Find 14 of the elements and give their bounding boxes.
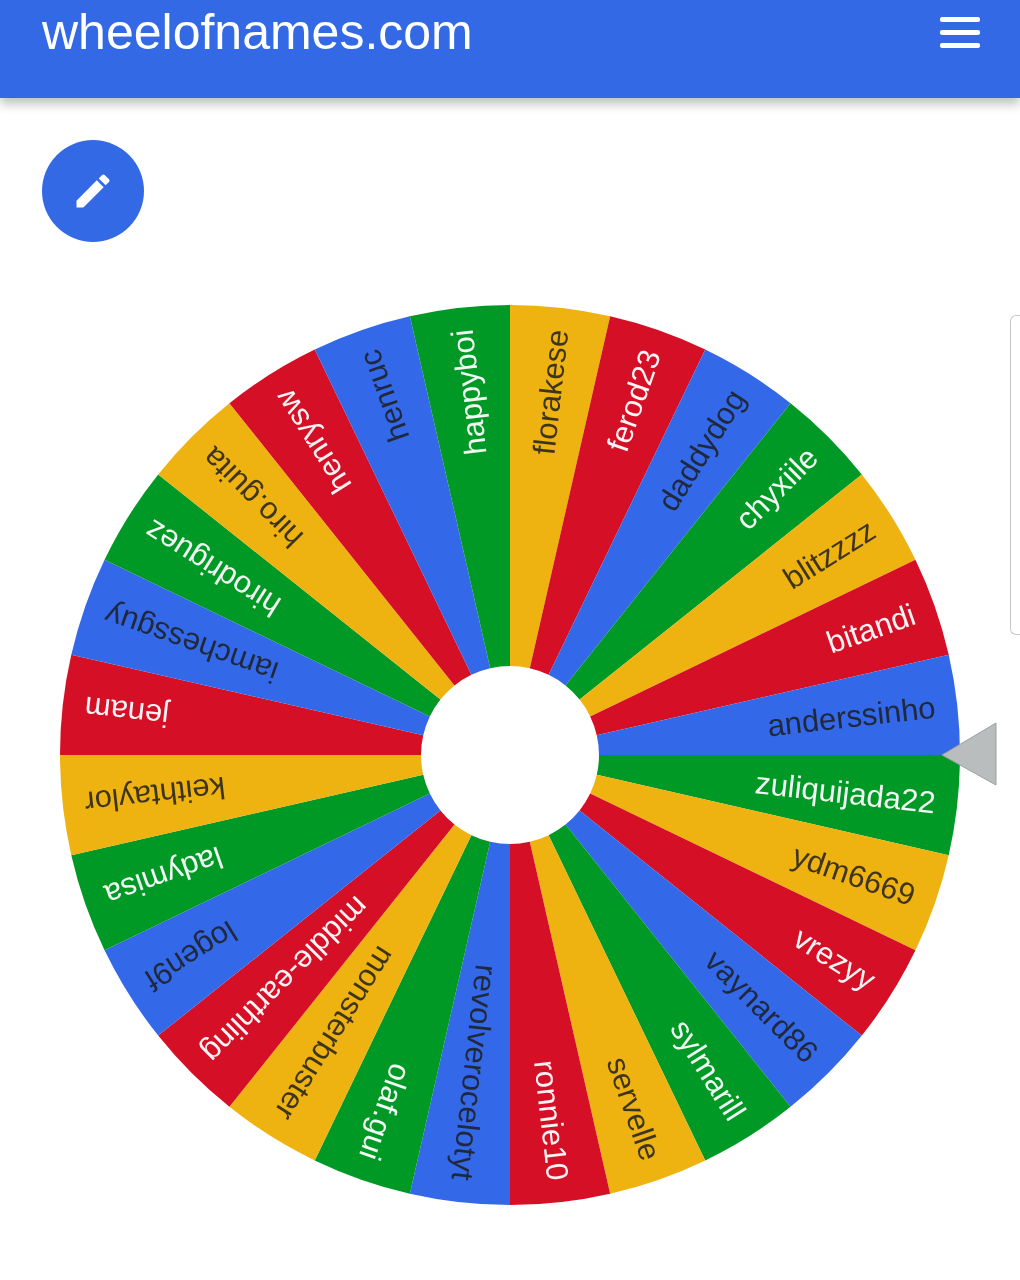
segment-label: servelle bbox=[599, 1052, 668, 1165]
pointer-icon bbox=[941, 722, 997, 786]
menu-icon[interactable] bbox=[940, 16, 980, 50]
segment-label: ronnie10 bbox=[527, 1058, 576, 1183]
segment-label: florakese bbox=[526, 327, 576, 457]
segment-label: henruc bbox=[352, 345, 417, 447]
segment-label: jenam bbox=[82, 689, 171, 734]
segment-label: happyboi bbox=[444, 327, 494, 457]
segment-label: zuliquijada22 bbox=[753, 765, 938, 821]
segment-label: revolverocelotyt bbox=[444, 962, 504, 1183]
site-title[interactable]: wheelofnames.com bbox=[42, 0, 473, 64]
segment-label: bitandi bbox=[821, 597, 920, 661]
segment-label: keithtaylor bbox=[82, 769, 228, 821]
segment-label: anderssinho bbox=[765, 689, 938, 744]
